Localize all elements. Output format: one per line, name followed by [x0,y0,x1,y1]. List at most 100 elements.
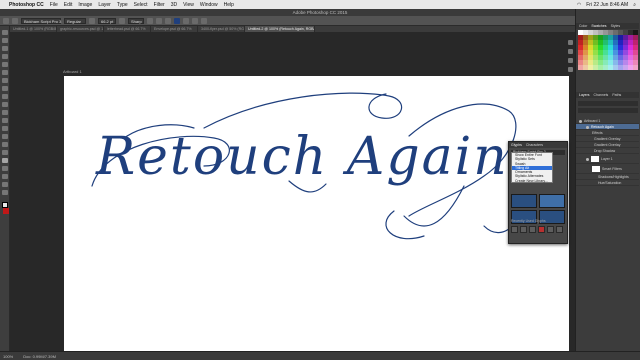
swatch[interactable] [603,55,608,60]
spotlight-icon[interactable]: ⌕ [633,2,636,8]
swatch[interactable] [613,60,618,65]
swatch[interactable] [583,45,588,50]
move-tool-icon[interactable] [1,30,8,35]
swatch[interactable] [598,45,603,50]
menu-view[interactable]: View [183,2,194,8]
font-style-select[interactable]: Regular [64,17,86,24]
swatch[interactable] [608,55,613,60]
visibility-eye-icon[interactable] [579,119,582,123]
recent-glyph[interactable] [520,226,527,233]
swatch[interactable] [623,55,628,60]
swatch[interactable] [628,45,633,50]
menu-help[interactable]: Help [224,2,234,8]
swatch[interactable] [618,40,623,45]
swatch[interactable] [578,55,583,60]
tab-layers[interactable]: Layers [579,92,590,98]
menu-filter[interactable]: Filter [154,2,165,8]
swatch[interactable] [623,35,628,40]
type-tool-icon-active[interactable] [1,158,8,163]
swatch[interactable] [583,50,588,55]
swatch[interactable] [583,55,588,60]
character-panel-icon[interactable] [568,58,573,63]
swatch[interactable] [628,60,633,65]
swatch[interactable] [593,60,598,65]
swatch[interactable] [633,55,638,60]
swatch[interactable] [598,60,603,65]
recent-glyph[interactable] [547,226,554,233]
swatch[interactable] [603,45,608,50]
swatch[interactable] [633,65,638,70]
antialias-select[interactable]: Sharp [128,17,144,24]
swatch[interactable] [618,55,623,60]
swatch[interactable] [588,55,593,60]
swatch[interactable] [618,50,623,55]
artboard-tool-icon[interactable] [1,38,8,43]
canvas-script-text[interactable]: Retouch Again [96,127,509,187]
artboard-label[interactable]: Artboard 1 [63,69,82,74]
swatch[interactable] [633,30,638,35]
swatch[interactable] [623,50,628,55]
layer-row[interactable]: Hue/Saturation [576,180,639,186]
swatch[interactable] [618,60,623,65]
eraser-tool-icon[interactable] [1,118,8,123]
paragraph-panel-icon[interactable] [568,67,573,72]
recent-glyph[interactable] [556,226,563,233]
swatch[interactable] [588,50,593,55]
tab-glyphs[interactable]: Glyphs [511,142,522,148]
swatch[interactable] [633,35,638,40]
pen-tool-icon[interactable] [1,150,8,155]
quick-select-tool-icon[interactable] [1,62,8,67]
swatch[interactable] [628,50,633,55]
warp-text-icon[interactable] [183,17,189,24]
marquee-tool-icon[interactable] [1,46,8,51]
swatch[interactable] [588,30,593,35]
crop-tool-icon[interactable] [1,70,8,75]
recent-glyph[interactable] [538,226,545,233]
layer-row[interactable]: Smart Filters [576,164,639,174]
swatch[interactable] [593,65,598,70]
type-tool-icon[interactable] [3,17,9,24]
swatch[interactable] [588,35,593,40]
swatch[interactable] [608,30,613,35]
swatch[interactable] [633,50,638,55]
swatch[interactable] [603,35,608,40]
clone-stamp-tool-icon[interactable] [1,102,8,107]
background-color-swatch[interactable] [3,208,9,214]
menu-image[interactable]: Image [78,2,92,8]
dropdown-option[interactable]: Create New Library... [512,179,552,183]
swatch[interactable] [603,40,608,45]
swatch[interactable] [623,65,628,70]
swatch[interactable] [613,65,618,70]
visibility-eye-icon[interactable] [586,125,589,129]
font-size-select[interactable]: 66.2 pt [98,17,116,24]
lasso-tool-icon[interactable] [1,54,8,59]
swatch[interactable] [628,55,633,60]
swatch[interactable] [608,40,613,45]
align-left-icon[interactable] [147,17,153,24]
swatch[interactable] [583,30,588,35]
swatch[interactable] [608,60,613,65]
swatch[interactable] [598,50,603,55]
glyph-filter-dropdown[interactable]: Show Entire Font Stylistic Sets Swash Ti… [511,152,553,183]
swatch[interactable] [628,40,633,45]
blend-mode-select[interactable] [578,108,638,113]
swatch[interactable] [618,35,623,40]
swatch[interactable] [593,30,598,35]
swatch[interactable] [593,55,598,60]
swatch[interactable] [613,40,618,45]
menu-file[interactable]: File [50,2,58,8]
swatch[interactable] [608,35,613,40]
zoom-level[interactable]: 100% [3,354,13,359]
swatch[interactable] [593,45,598,50]
menu-3d[interactable]: 3D [171,2,177,8]
hand-tool-icon[interactable] [1,182,8,187]
recent-glyph[interactable] [529,226,536,233]
eyedropper-tool-icon[interactable] [1,78,8,83]
swatch[interactable] [623,60,628,65]
swatch[interactable] [588,40,593,45]
swatch[interactable] [578,45,583,50]
menu-window[interactable]: Window [200,2,218,8]
swatch[interactable] [598,40,603,45]
tab-color[interactable]: Color [579,23,587,29]
shape-tool-icon[interactable] [1,174,8,179]
